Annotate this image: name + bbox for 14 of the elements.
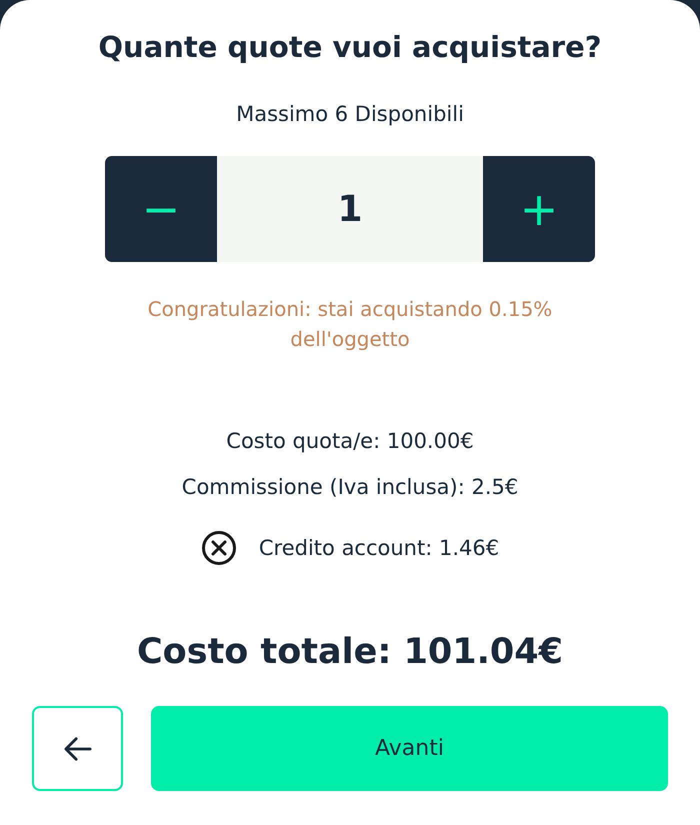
- quantity-field[interactable]: 1: [217, 156, 483, 262]
- increment-button[interactable]: +: [483, 156, 595, 262]
- cost-line: Costo quota/e: 100.00€: [226, 428, 474, 454]
- next-button[interactable]: Avanti: [151, 706, 668, 791]
- dialog-title: Quante quote vuoi acquistare?: [98, 30, 602, 64]
- total-cost: Costo totale: 101.04€: [137, 632, 563, 672]
- decrement-button[interactable]: −: [105, 156, 217, 262]
- congratulation-message: Congratulazioni: stai acquistando 0.15% dell'oggetto: [146, 296, 554, 353]
- back-button[interactable]: [32, 706, 123, 791]
- availability-text: Massimo 6 Disponibili: [236, 102, 464, 126]
- close-circle-icon[interactable]: [200, 530, 237, 566]
- arrow-left-icon: [62, 736, 92, 762]
- credit-line: Credito account: 1.46€: [258, 535, 500, 561]
- cost-line: Commissione (Iva inclusa): 2.5€: [182, 474, 518, 500]
